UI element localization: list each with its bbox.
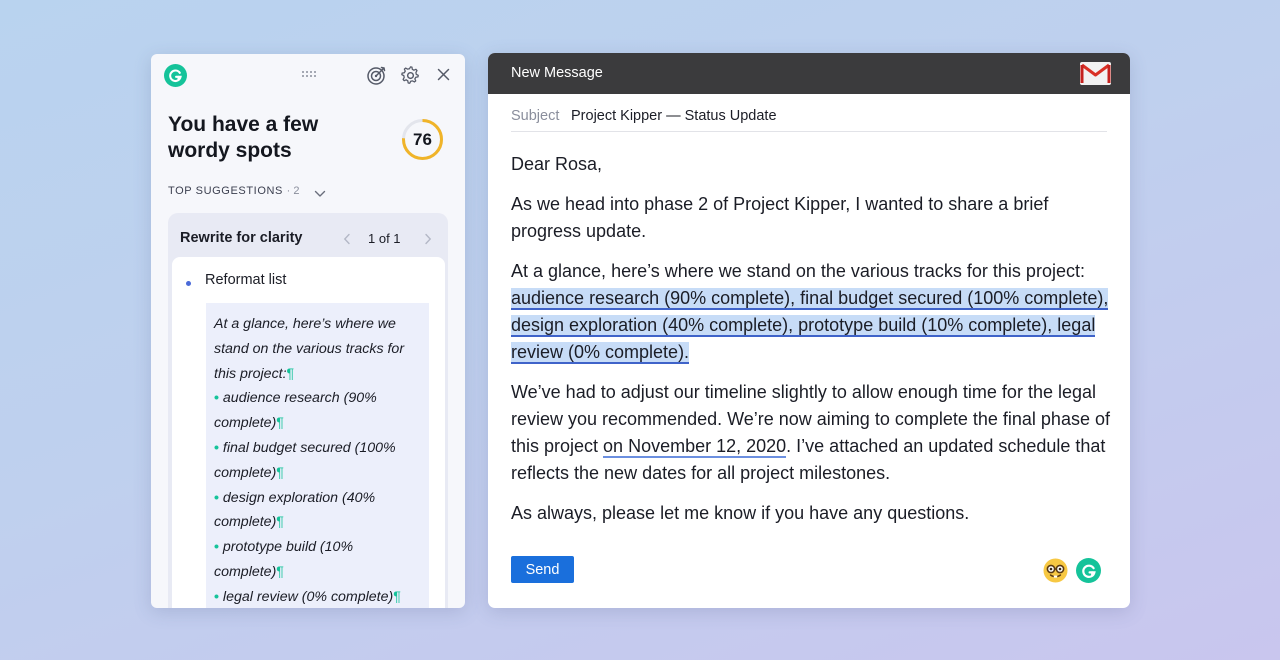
- grammarly-logo-icon[interactable]: [164, 64, 187, 87]
- score-value: 76: [413, 129, 432, 149]
- bullet-icon: [186, 281, 191, 286]
- underlined-date-text[interactable]: on November 12, 2020: [603, 436, 787, 458]
- subject-label: Subject: [511, 108, 560, 124]
- grammarly-button-icon[interactable]: [1076, 558, 1101, 583]
- preview-intro: At a glance, here’s where we stand on th…: [214, 316, 405, 382]
- paragraph-3: We’ve had to adjust our timeline slightl…: [511, 382, 1110, 483]
- preview-list-item: • final budget secured (100% complete)¶: [214, 439, 396, 481]
- suggestion-preview[interactable]: At a glance, here’s where we stand on th…: [206, 303, 429, 608]
- highlighted-list-text[interactable]: audience research (90% complete), final …: [511, 288, 1109, 364]
- paragraph-4: As always, please let me know if you hav…: [511, 503, 970, 523]
- preview-list-item: • legal review (0% complete)¶: [214, 588, 401, 605]
- close-icon[interactable]: [437, 68, 450, 81]
- subject-row[interactable]: Subject Project Kipper — Status Update: [511, 94, 1107, 132]
- grammarly-panel: You have a few wordy spots 76 TOP SUGGES…: [151, 54, 465, 608]
- gmail-logo-icon: [1080, 62, 1111, 85]
- message-body[interactable]: Dear Rosa, As we head into phase 2 of Pr…: [511, 151, 1111, 540]
- nerd-face-emoji-icon[interactable]: [1043, 558, 1068, 583]
- send-button[interactable]: Send: [511, 556, 574, 583]
- compose-header: New Message: [488, 53, 1130, 94]
- settings-gear-icon[interactable]: [401, 66, 420, 85]
- top-suggestions-label[interactable]: TOP SUGGESTIONS · 2: [168, 185, 299, 197]
- chevron-down-icon[interactable]: [314, 186, 326, 197]
- compose-window: New Message Subject Project Kipper — Sta…: [488, 53, 1130, 608]
- suggestion-card-title: Rewrite for clarity: [180, 230, 303, 246]
- top-suggestions-count: · 2: [286, 185, 300, 197]
- preview-list-item: • prototype build (10% complete)¶: [214, 539, 354, 580]
- compose-title: New Message: [511, 65, 603, 81]
- suggestion-card[interactable]: Rewrite for clarity 1 of 1 Reformat list…: [168, 213, 448, 608]
- chevron-right-icon[interactable]: [424, 232, 432, 245]
- panel-heading: You have a few wordy spots: [168, 113, 319, 162]
- chevron-left-icon[interactable]: [343, 232, 351, 245]
- preview-list-item: • audience research (90% complete)¶: [214, 390, 377, 432]
- drag-handle-icon[interactable]: [301, 68, 317, 80]
- preview-list-item: • design exploration (40% complete)¶: [214, 489, 376, 531]
- paragraph-1: As we head into phase 2 of Project Kippe…: [511, 194, 1049, 241]
- suggestion-label: Reformat list: [205, 272, 287, 288]
- suggestion-pager: 1 of 1: [368, 231, 401, 246]
- suggestion-detail: Reformat list At a glance, here’s where …: [172, 257, 445, 608]
- greeting: Dear Rosa,: [511, 154, 603, 174]
- paragraph-2: At a glance, here’s where we stand on th…: [511, 261, 1109, 364]
- goals-target-icon[interactable]: [366, 64, 388, 86]
- performance-score[interactable]: 76: [401, 118, 444, 161]
- subject-input[interactable]: Project Kipper — Status Update: [571, 108, 777, 124]
